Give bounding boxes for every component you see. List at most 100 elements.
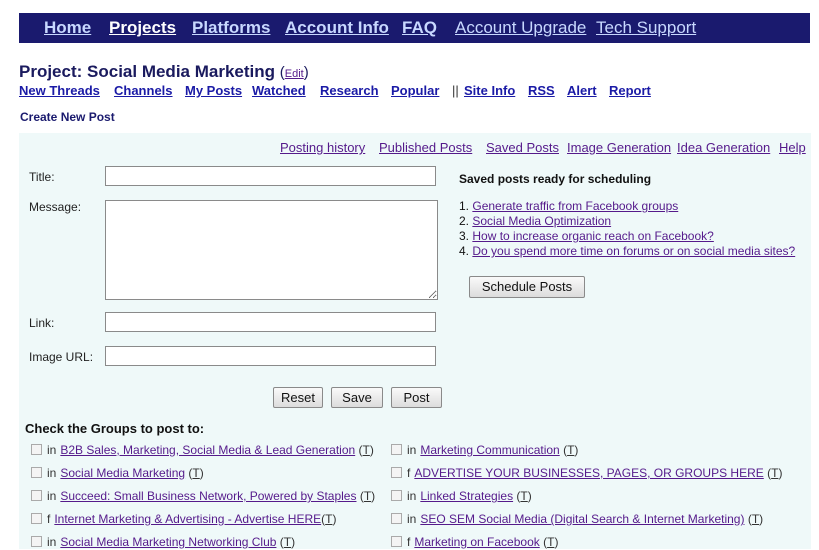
nav-account-info[interactable]: Account Info [285,18,389,38]
group-checkbox[interactable] [391,490,402,501]
group-link[interactable]: ADVERTISE YOUR BUSINESSES, PAGES, OR GRO… [414,466,763,480]
subnav-new-threads[interactable]: New Threads [19,83,100,98]
tab-image-generation[interactable]: Image Generation [567,140,671,155]
subnav-alert[interactable]: Alert [567,83,597,98]
group-t-wrapper: (T) [359,489,376,503]
group-link[interactable]: Linked Strategies [420,489,513,503]
schedule-posts-button[interactable]: Schedule Posts [469,276,585,298]
nav-home[interactable]: Home [44,18,91,38]
group-platform-prefix: in [47,466,57,480]
group-t-link[interactable]: T [520,489,527,503]
subnav-separator: || [452,83,459,98]
group-t-link[interactable]: T [771,466,778,480]
group-checkbox[interactable] [31,536,42,547]
group-item: f ADVERTISE YOUR BUSINESSES, PAGES, OR GR… [391,465,782,481]
subnav-research[interactable]: Research [320,83,379,98]
saved-post-link[interactable]: Do you spend more time on forums or on s… [472,244,795,258]
saved-post-link[interactable]: Social Media Optimization [472,214,611,228]
group-checkbox[interactable] [31,513,42,524]
saved-post-link[interactable]: Generate traffic from Facebook groups [472,199,678,213]
group-link[interactable]: Social Media Marketing [60,466,185,480]
group-t-link[interactable]: T [325,512,332,526]
link-input[interactable] [105,312,436,332]
group-t-link[interactable]: T [284,535,291,549]
group-link[interactable]: Marketing Communication [420,443,559,457]
image-url-label: Image URL: [29,350,94,364]
saved-post-number: 2. [459,214,470,228]
top-navigation: Home Projects Platforms Account Info FAQ… [19,13,810,43]
subnav-watched[interactable]: Watched [252,83,306,98]
tab-saved-posts[interactable]: Saved Posts [486,140,559,155]
group-link[interactable]: SEO SEM Social Media (Digital Search & I… [420,512,744,526]
nav-account-upgrade[interactable]: Account Upgrade [455,18,586,38]
group-platform-prefix: in [47,443,57,457]
create-new-post-heading: Create New Post [20,110,115,124]
subnav-channels[interactable]: Channels [114,83,173,98]
link-label: Link: [29,316,55,330]
group-t-wrapper: (T) [279,535,296,549]
saved-post-link[interactable]: How to increase organic reach on Faceboo… [472,229,713,243]
message-textarea[interactable] [105,200,438,300]
group-platform-prefix: in [407,512,417,526]
subnav-popular[interactable]: Popular [391,83,439,98]
group-item: in Succeed: Small Business Network, Power… [31,488,375,504]
saved-post-number: 1. [459,199,470,213]
groups-heading: Check the Groups to post to: [25,421,205,436]
tab-posting-history[interactable]: Posting history [280,140,365,155]
edit-project-link[interactable]: Edit [285,68,304,80]
group-t-wrapper: (T) [321,512,337,526]
post-button[interactable]: Post [391,387,442,408]
group-t-wrapper: (T) [188,466,204,480]
group-link[interactable]: B2B Sales, Marketing, Social Media & Lea… [60,443,355,457]
group-checkbox[interactable] [31,490,42,501]
group-link[interactable]: Marketing on Facebook [414,535,539,549]
saved-posts-heading: Saved posts ready for scheduling [459,172,652,186]
group-t-link[interactable]: T [363,443,370,457]
nav-tech-support[interactable]: Tech Support [596,18,696,38]
title-input[interactable] [105,166,436,186]
group-checkbox[interactable] [31,444,42,455]
saved-post-item: 1. Generate traffic from Facebook groups [459,199,678,213]
subnav-report[interactable]: Report [609,83,651,98]
group-link[interactable]: Internet Marketing & Advertising - Adver… [54,512,321,526]
group-platform-prefix: f [407,466,411,480]
group-item: in Linked Strategies (T) [391,488,532,504]
group-t-link[interactable]: T [364,489,371,503]
group-platform-prefix: in [47,489,57,503]
group-item: in B2B Sales, Marketing, Social Media & L… [31,442,374,458]
group-link[interactable]: Succeed: Small Business Network, Powered… [60,489,356,503]
group-t-wrapper: (T) [358,443,374,457]
nav-faq[interactable]: FAQ [402,18,437,38]
nav-projects[interactable]: Projects [109,18,176,38]
group-item: in SEO SEM Social Media (Digital Search &… [391,511,763,527]
group-t-wrapper: (T) [563,443,579,457]
title-label: Title: [29,170,55,184]
save-button[interactable]: Save [331,387,383,408]
subnav-rss[interactable]: RSS [528,83,555,98]
subnav-my-posts[interactable]: My Posts [185,83,242,98]
tab-idea-generation[interactable]: Idea Generation [677,140,770,155]
group-checkbox[interactable] [391,513,402,524]
tab-help[interactable]: Help [779,140,806,155]
group-t-wrapper: (T) [767,466,783,480]
group-checkbox[interactable] [31,467,42,478]
post-panel [19,133,811,549]
group-item: in Social Media Marketing (T) [31,465,204,481]
group-t-link[interactable]: T [547,535,554,549]
saved-post-item: 2. Social Media Optimization [459,214,611,228]
group-t-link[interactable]: T [192,466,199,480]
subnav-site-info[interactable]: Site Info [464,83,515,98]
tab-published-posts[interactable]: Published Posts [379,140,472,155]
group-link[interactable]: Social Media Marketing Networking Club [60,535,276,549]
reset-button[interactable]: Reset [273,387,323,408]
group-checkbox[interactable] [391,467,402,478]
group-platform-prefix: in [407,443,417,457]
nav-platforms[interactable]: Platforms [192,18,270,38]
group-t-link[interactable]: T [752,512,759,526]
image-url-input[interactable] [105,346,436,366]
group-platform-prefix: f [407,535,411,549]
group-item: in Marketing Communication (T) [391,442,578,458]
group-checkbox[interactable] [391,536,402,547]
group-t-link[interactable]: T [567,443,574,457]
group-checkbox[interactable] [391,444,402,455]
